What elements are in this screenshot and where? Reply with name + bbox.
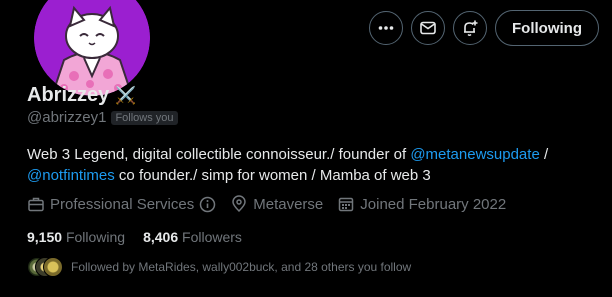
avatar-image (34, 0, 150, 96)
following-label: Following (65, 229, 126, 245)
info-icon[interactable] (199, 196, 216, 213)
mail-icon (420, 21, 436, 35)
following-button[interactable]: Following (495, 10, 599, 46)
bio-text: / (539, 146, 549, 163)
display-name: Abrizzey (27, 84, 110, 106)
followers-label: Followers (182, 229, 242, 245)
cat-kimono-illustration (34, 0, 150, 96)
handle: @abrizzey1 (27, 109, 107, 126)
location-label: Metaverse (253, 195, 324, 213)
crossed-swords-emoji: ⚔️ (115, 85, 137, 105)
notifications-button[interactable] (453, 11, 488, 45)
more-button[interactable] (369, 11, 404, 45)
bell-plus-icon (464, 20, 478, 36)
follows-you-badge: Follows you (111, 110, 178, 125)
category-label: Professional Services (50, 195, 195, 213)
follow-stats: 9,150 Following 8,406 Followers (27, 229, 260, 245)
calendar-icon (339, 197, 354, 212)
more-icon (378, 26, 394, 30)
bio-text: co founder./ simp for women / Mamba of w… (114, 167, 431, 184)
mention-link[interactable]: @metanewsupdate (410, 146, 539, 163)
following-count: 9,150 (27, 229, 63, 245)
followed-by-text: Followed by MetaRides, wally002buck, and… (71, 260, 412, 274)
bio: Web 3 Legend, digital collectible connoi… (27, 144, 587, 186)
followers-count: 8,406 (143, 229, 179, 245)
profile-header: Following Abrizzey ⚔️ @abrizzey1 Follows… (0, 0, 612, 297)
category-item: Professional Services (27, 195, 216, 213)
location-item: Metaverse (230, 195, 323, 213)
message-button[interactable] (411, 11, 446, 45)
profile-meta: Professional Services Metaverse Joined F… (27, 195, 520, 213)
mention-link[interactable]: @notfintimes (27, 167, 115, 184)
location-pin-icon (232, 195, 246, 213)
name-row: Abrizzey ⚔️ (27, 84, 136, 107)
following-stat-link[interactable]: 9,150 Following (27, 229, 125, 245)
bio-text: Web 3 Legend, digital collectible connoi… (27, 146, 411, 163)
avatar (43, 257, 63, 277)
briefcase-icon (28, 197, 44, 212)
followers-stat-link[interactable]: 8,406 Followers (143, 229, 242, 245)
profile-actions: Following (369, 10, 599, 46)
joined-item: Joined February 2022 (337, 195, 506, 213)
followed-by-row[interactable]: Followed by MetaRides, wally002buck, and… (27, 257, 411, 277)
followers-you-know-avatars (27, 257, 63, 277)
joined-label: Joined February 2022 (360, 195, 507, 213)
handle-row: @abrizzey1 Follows you (27, 109, 178, 126)
